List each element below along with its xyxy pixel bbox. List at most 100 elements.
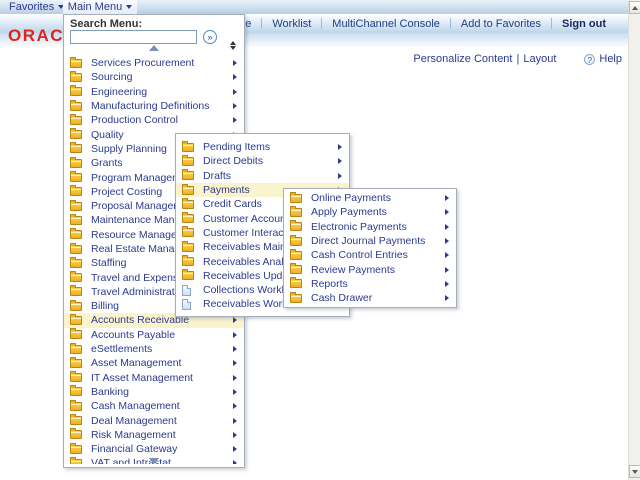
folder-icon	[290, 194, 302, 203]
folder-icon	[70, 73, 82, 82]
folder-icon	[70, 116, 82, 125]
header-link-sign-out[interactable]: Sign out	[552, 18, 616, 30]
menu-search-input[interactable]	[70, 30, 197, 44]
folder-icon	[290, 208, 302, 217]
menu-item-label: Drafts	[203, 170, 334, 182]
menu-item-esettlements[interactable]: eSettlements	[64, 342, 244, 356]
menu-item-label: Reports	[311, 278, 441, 290]
header-link-add-to-favorites[interactable]: Add to Favorites	[451, 18, 551, 30]
menu-item-label: Apply Payments	[311, 206, 441, 218]
menu-item-online-payments[interactable]: Online Payments	[284, 191, 456, 205]
submenu-arrow-icon	[445, 238, 449, 244]
menu-item-pending-items[interactable]: Pending Items	[176, 140, 349, 154]
menu-item-banking[interactable]: Banking	[64, 385, 244, 399]
menu-item-direct-journal-payments[interactable]: Direct Journal Payments	[284, 234, 456, 248]
menu-item-it-asset-management[interactable]: IT Asset Management	[64, 371, 244, 385]
menu-item-label: Risk Management	[91, 429, 229, 441]
layout-link[interactable]: Layout	[523, 53, 556, 65]
folder-icon	[70, 102, 82, 111]
submenu-arrow-icon	[445, 267, 449, 273]
scrollbar-down-button[interactable]	[629, 465, 640, 478]
scroll-down-arrow-icon	[632, 470, 638, 474]
submenu-arrow-icon	[233, 117, 237, 123]
header-link-worklist[interactable]: Worklist	[262, 18, 321, 30]
folder-icon	[182, 171, 194, 180]
peoplesoft-application-window: Favorites Main Menu HomeWorklistMultiCha…	[0, 0, 640, 480]
folder-icon	[290, 294, 302, 303]
folder-icon	[70, 373, 82, 382]
menu-item-drafts[interactable]: Drafts	[176, 169, 349, 183]
menu-item-production-control[interactable]: Production Control	[64, 113, 244, 127]
menu-item-deal-management[interactable]: Deal Management	[64, 413, 244, 427]
menu-item-asset-management[interactable]: Asset Management	[64, 356, 244, 370]
menu-item-label: Services Procurement	[91, 57, 229, 69]
menu-item-label: Cash Control Entries	[311, 249, 441, 261]
menu-item-label: VAT and Intrastat	[91, 457, 229, 464]
folder-icon	[70, 259, 82, 268]
search-menu-label: Search Menu:	[70, 18, 142, 30]
menu-item-engineering[interactable]: Engineering	[64, 85, 244, 99]
submenu-arrow-icon	[338, 173, 342, 179]
folder-icon	[290, 237, 302, 246]
menu-item-direct-debits[interactable]: Direct Debits	[176, 154, 349, 168]
menu-item-risk-management[interactable]: Risk Management	[64, 428, 244, 442]
menu-item-cash-management[interactable]: Cash Management	[64, 399, 244, 413]
menu-item-label: Sourcing	[91, 71, 229, 83]
help-link[interactable]: ? Help	[584, 53, 622, 65]
folder-icon	[70, 245, 82, 254]
folder-icon	[70, 230, 82, 239]
folder-icon	[70, 144, 82, 153]
submenu-arrow-icon	[338, 144, 342, 150]
menu-item-accounts-payable[interactable]: Accounts Payable	[64, 328, 244, 342]
folder-icon	[182, 257, 194, 266]
menu-item-electronic-payments[interactable]: Electronic Payments	[284, 220, 456, 234]
folder-icon	[70, 287, 82, 296]
scroll-up-icon[interactable]	[149, 45, 159, 51]
header-link-multichannel-console[interactable]: MultiChannel Console	[322, 18, 450, 30]
menu-item-services-procurement[interactable]: Services Procurement	[64, 56, 244, 70]
search-go-button[interactable]: »	[203, 30, 217, 44]
menu-item-reports[interactable]: Reports	[284, 277, 456, 291]
folder-icon	[70, 430, 82, 439]
folder-icon	[70, 159, 82, 168]
menu-item-cash-drawer[interactable]: Cash Drawer	[284, 291, 456, 305]
menu-item-label: IT Asset Management	[91, 372, 229, 384]
folder-icon	[70, 359, 82, 368]
submenu-arrow-icon	[233, 103, 237, 109]
menu-item-label: Production Control	[91, 114, 229, 126]
help-label: Help	[599, 53, 622, 65]
folder-icon	[70, 459, 82, 464]
menu-item-label: Banking	[91, 386, 229, 398]
menu-item-label: eSettlements	[91, 343, 229, 355]
menu-item-review-payments[interactable]: Review Payments	[284, 262, 456, 276]
folder-icon	[182, 271, 194, 280]
link-separator: |	[512, 53, 523, 65]
folder-icon	[70, 216, 82, 225]
submenu-arrow-icon	[233, 418, 237, 424]
menu-item-financial-gateway[interactable]: Financial Gateway	[64, 442, 244, 456]
menu-item-sourcing[interactable]: Sourcing	[64, 70, 244, 84]
personalize-content-link[interactable]: Personalize Content	[413, 53, 512, 65]
folder-icon	[70, 345, 82, 354]
menu-resize-icon[interactable]	[230, 41, 236, 50]
scrollbar-up-button[interactable]	[629, 1, 640, 14]
menu-item-label: Review Payments	[311, 264, 441, 276]
folder-icon	[70, 59, 82, 68]
folder-icon	[182, 200, 194, 209]
help-question-icon: ?	[584, 54, 595, 65]
submenu-arrow-icon	[445, 209, 449, 215]
submenu-arrow-icon	[233, 346, 237, 352]
menu-item-label: Cash Drawer	[311, 292, 441, 304]
submenu-arrow-icon	[233, 375, 237, 381]
menu-item-label: Asset Management	[91, 357, 229, 369]
scroll-down-icon[interactable]	[149, 458, 159, 464]
menu-item-label: Direct Debits	[203, 155, 334, 167]
menu-item-manufacturing-definitions[interactable]: Manufacturing Definitions	[64, 99, 244, 113]
folder-icon	[70, 402, 82, 411]
main-menu-button[interactable]: Main Menu	[63, 0, 137, 14]
folder-icon	[182, 228, 194, 237]
folder-icon	[70, 316, 82, 325]
menu-item-label: Deal Management	[91, 415, 229, 427]
menu-item-cash-control-entries[interactable]: Cash Control Entries	[284, 248, 456, 262]
menu-item-apply-payments[interactable]: Apply Payments	[284, 205, 456, 219]
